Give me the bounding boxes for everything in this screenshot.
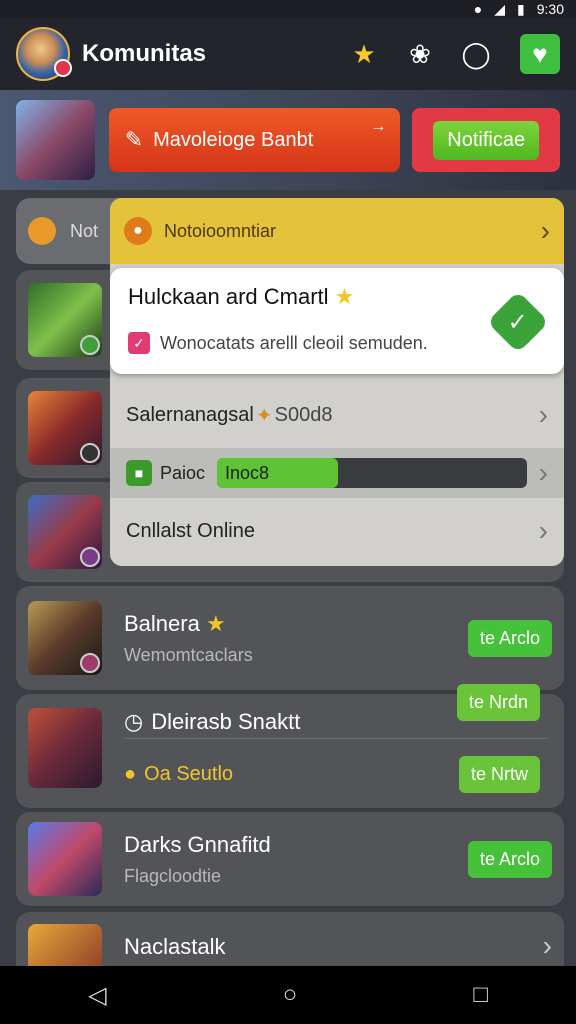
avatar-badge-icon [54, 59, 72, 77]
dropdown-row-1[interactable]: Salernanagsal ✦ S00d8 › [110, 386, 564, 444]
banner-action-button[interactable]: ✎ Mavoleioge Banbt → [108, 108, 401, 172]
page-title: Komunitas [82, 40, 207, 67]
divider [124, 738, 548, 739]
signal-icon: ◢ [494, 0, 506, 17]
list-item-title: Darks Gnnafitd [124, 831, 271, 857]
megaphone-icon: ✎ [124, 127, 144, 152]
hero-thumbnail [28, 495, 102, 569]
notification-toggle-icon[interactable]: ♥ [520, 34, 560, 74]
hero-thumbnail [28, 708, 102, 788]
dropdown-header[interactable]: ● Notoioomntiar › [110, 198, 564, 264]
recents-icon[interactable]: □ [473, 981, 488, 1009]
badge-icon [80, 653, 100, 673]
popup-subtitle: Wonocatats arelll cleoil semuden. [160, 332, 428, 353]
popup-subtitle-row: ✓ Wonocatats arelll cleoil semuden. [128, 332, 546, 354]
status-bar: ● ◢ ▮ 9:30 [0, 0, 576, 18]
list-item-title: Not [70, 220, 99, 241]
list-item[interactable]: ◷ Dleirasb Snaktt te Nrdn ● Oa Seutlo te… [16, 684, 564, 808]
progress-label: Inoc8 [225, 462, 270, 483]
list-item-info: Naclastalk [124, 924, 543, 960]
hero-banner: ✎ Mavoleioge Banbt → Notificae [0, 90, 576, 190]
row-label: Salernanagsal [126, 403, 254, 426]
progress-bar: Inoc8 [217, 458, 527, 488]
avatar[interactable] [16, 27, 72, 81]
arrow-icon: → [370, 118, 387, 135]
action-button[interactable]: te Arclo [467, 840, 552, 878]
status-time: 9:30 [536, 1, 564, 17]
badge-icon [80, 547, 100, 567]
list-item-title: ◷ Dleirasb Snaktt [124, 709, 301, 734]
action-button-secondary[interactable]: te Nrtw [458, 756, 540, 793]
chevron-right-icon[interactable]: › [539, 399, 548, 431]
hero-thumbnail [28, 283, 102, 357]
back-icon[interactable]: ◁ [88, 981, 106, 1010]
dropdown-row-3[interactable]: Cnllalst Online › [110, 502, 564, 560]
hero-thumbnail [28, 822, 102, 896]
notification-popup[interactable]: Hulckaan ard Cmartl ★ ✓ Wonocatats arell… [110, 268, 564, 374]
row-label: Cnllalst Online [126, 519, 255, 542]
check-icon: ✓ [128, 332, 150, 354]
row-value: S00d8 [274, 403, 333, 426]
list-item-subtitle: Wemomtcaclars [124, 644, 253, 665]
list-item-title: Balnera ★ [124, 610, 226, 636]
settings-gear-icon[interactable]: ❀ [400, 34, 440, 74]
star-icon[interactable]: ★ [344, 34, 384, 74]
hero-thumbnail [28, 601, 102, 675]
notification-button[interactable]: Notificae [412, 108, 560, 172]
chevron-right-icon[interactable]: › [539, 515, 548, 547]
notification-button-label: Notificae [433, 120, 540, 160]
wifi-icon: ● [473, 1, 483, 17]
profile-icon[interactable]: ◯ [456, 34, 496, 74]
badge-icon [80, 443, 100, 463]
row-label: Paioc [160, 462, 206, 483]
list-item-title: Naclastalk [124, 934, 226, 959]
timer-icon: ◷ [124, 709, 144, 734]
star-icon: ★ [334, 284, 355, 309]
popup-title: Hulckaan ard Cmartl ★ [128, 284, 355, 309]
app-bar: Komunitas ★ ❀ ◯ ♥ [0, 18, 576, 90]
hero-thumbnail [28, 391, 102, 465]
banner-button-label: Mavoleioge Banbt [153, 128, 314, 151]
progress-fill: Inoc8 [217, 458, 338, 488]
list-item-info: Balnera ★ Wemomtcaclars [124, 611, 468, 666]
hero-image [16, 100, 95, 180]
bolt-icon: ✦ [255, 404, 273, 427]
dropdown-row-2[interactable]: ■ Paioc Inoc8 › [110, 448, 564, 498]
info-icon [28, 217, 56, 245]
action-button[interactable]: te Arclo [467, 619, 552, 657]
battery-icon: ▮ [517, 0, 525, 17]
list-item[interactable]: Balnera ★ Wemomtcaclars te Arclo [16, 586, 564, 690]
chevron-right-icon[interactable]: › [539, 457, 548, 489]
coin-icon: ● [124, 762, 137, 785]
notification-dropdown: ● Notoioomntiar › Hulckaan ard Cmartl ★ … [110, 198, 564, 566]
list-item-subtitle: Flagcloodtie [124, 865, 222, 886]
chevron-right-icon[interactable]: › [543, 930, 552, 962]
home-icon[interactable]: ○ [283, 981, 298, 1009]
chat-icon: ■ [126, 460, 152, 486]
star-icon: ★ [205, 610, 226, 636]
list-item[interactable]: Darks Gnnafitd Flagcloodtie te Arclo [16, 812, 564, 906]
bell-icon: ● [124, 217, 152, 245]
system-nav-bar: ◁ ○ □ [0, 966, 576, 1024]
list-item-info: Darks Gnnafitd Flagcloodtie [124, 832, 468, 887]
list-item-subtitle: ● Oa Seutlo [124, 762, 234, 785]
dropdown-header-label: Notoioomntiar [164, 220, 277, 241]
chevron-right-icon[interactable]: › [541, 215, 550, 247]
action-button[interactable]: te Nrdn [456, 684, 540, 721]
badge-icon [80, 335, 100, 355]
